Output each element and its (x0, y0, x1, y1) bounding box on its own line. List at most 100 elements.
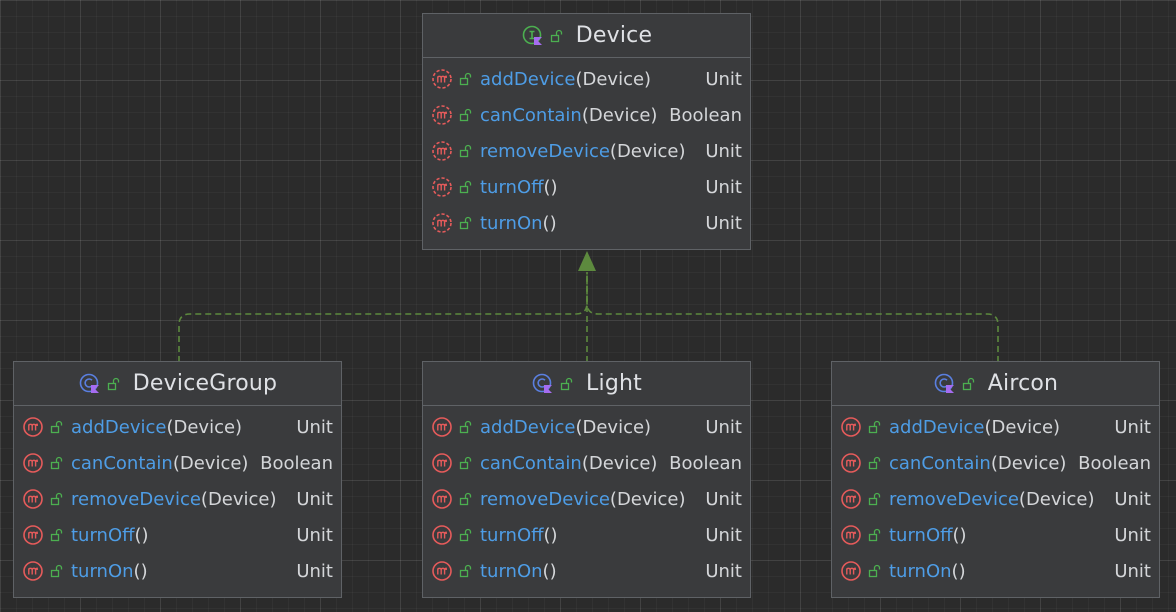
method-row[interactable]: addDevice (Device) Unit (832, 409, 1159, 445)
method-params: (Device) (581, 104, 658, 126)
return-type: Unit (705, 68, 742, 90)
method-row[interactable]: turnOff() Unit (423, 169, 750, 205)
class-node-light[interactable]: Light addDevice (Device) Unit canContain (De… (422, 361, 751, 598)
member-list: addDevice (Device) Unit canContain (Device) B… (423, 406, 750, 589)
node-header: Light (423, 362, 750, 406)
method-icon (840, 452, 862, 474)
class-node-device[interactable]: Device addDevice (Device) Unit canContain (D… (422, 13, 751, 250)
public-visibility-icon (868, 420, 882, 434)
method-params: () (543, 524, 558, 546)
method-icon (22, 524, 44, 546)
method-params: () (543, 176, 558, 198)
method-params: (Device) (200, 488, 277, 510)
edge-aircon-to-device[interactable] (586, 272, 999, 362)
method-row[interactable]: canContain (Device) Boolean (423, 97, 750, 133)
class-node-aircon[interactable]: Aircon addDevice (Device) Unit canContain (D… (831, 361, 1160, 598)
method-name: canContain (480, 452, 582, 474)
node-title: Device (575, 23, 653, 48)
method-row[interactable]: turnOff() Unit (14, 517, 341, 553)
class-node-devicegroup[interactable]: DeviceGroup addDevice (Device) Unit canCont… (13, 361, 342, 598)
method-row[interactable]: turnOn() Unit (423, 205, 750, 241)
method-params: (Device) (984, 416, 1061, 438)
method-name: turnOff (480, 176, 544, 198)
method-row[interactable]: canContain (Device) Boolean (14, 445, 341, 481)
method-icon (431, 452, 453, 474)
method-name: canContain (71, 452, 173, 474)
method-row[interactable]: turnOff() Unit (423, 517, 750, 553)
method-name: removeDevice (889, 488, 1019, 510)
method-row[interactable]: turnOff() Unit (832, 517, 1159, 553)
public-visibility-icon (459, 528, 473, 542)
method-row[interactable]: addDevice (Device) Unit (14, 409, 341, 445)
return-type: Unit (1114, 416, 1151, 438)
method-icon (22, 560, 44, 582)
return-type: Boolean (669, 104, 742, 126)
method-icon (22, 452, 44, 474)
return-type: Unit (705, 212, 742, 234)
method-name: canContain (889, 452, 991, 474)
method-row[interactable]: turnOn() Unit (832, 553, 1159, 589)
method-icon (840, 560, 862, 582)
public-visibility-icon (50, 564, 64, 578)
public-visibility-icon (459, 180, 473, 194)
method-icon (431, 488, 453, 510)
node-title: DeviceGroup (132, 371, 278, 396)
method-name: turnOff (889, 524, 953, 546)
method-row[interactable]: addDevice (Device) Unit (423, 409, 750, 445)
return-type: Unit (705, 560, 742, 582)
edge-devicegroup-to-device[interactable] (178, 272, 588, 362)
method-name: turnOff (71, 524, 135, 546)
method-name: addDevice (889, 416, 985, 438)
method-params: () (952, 524, 967, 546)
method-icon (22, 416, 44, 438)
return-type: Boolean (260, 452, 333, 474)
abstract-method-icon (431, 140, 453, 162)
interface-icon (521, 24, 545, 48)
public-visibility-icon (868, 456, 882, 470)
method-name: addDevice (71, 416, 167, 438)
return-type: Unit (705, 176, 742, 198)
return-type: Unit (296, 524, 333, 546)
method-row[interactable]: canContain (Device) Boolean (423, 445, 750, 481)
method-name: removeDevice (71, 488, 201, 510)
return-type: Unit (296, 560, 333, 582)
method-row[interactable]: canContain (Device) Boolean (832, 445, 1159, 481)
method-params: (Device) (575, 416, 652, 438)
method-params: () (133, 560, 148, 582)
method-params: () (951, 560, 966, 582)
return-type: Unit (705, 140, 742, 162)
public-visibility-icon (459, 72, 473, 86)
return-type: Unit (1114, 560, 1151, 582)
node-header: Aircon (832, 362, 1159, 406)
node-header: DeviceGroup (14, 362, 341, 406)
abstract-method-icon (431, 212, 453, 234)
public-visibility-icon (550, 29, 564, 43)
public-visibility-icon (50, 420, 64, 434)
method-icon (431, 524, 453, 546)
method-row[interactable]: removeDevice (Device) Unit (14, 481, 341, 517)
method-name: turnOn (889, 560, 952, 582)
return-type: Unit (1114, 488, 1151, 510)
public-visibility-icon (962, 377, 976, 391)
method-params: (Device) (575, 68, 652, 90)
method-row[interactable]: turnOn() Unit (423, 553, 750, 589)
method-row[interactable]: removeDevice (Device) Unit (832, 481, 1159, 517)
method-icon (431, 416, 453, 438)
method-row[interactable]: removeDevice (Device) Unit (423, 133, 750, 169)
method-params: (Device) (581, 452, 658, 474)
method-params: () (542, 212, 557, 234)
node-title: Light (586, 371, 642, 396)
method-row[interactable]: removeDevice (Device) Unit (423, 481, 750, 517)
member-list: addDevice (Device) Unit canContain (Device) B… (14, 406, 341, 589)
method-row[interactable]: turnOn() Unit (14, 553, 341, 589)
method-name: turnOn (480, 212, 543, 234)
method-params: () (134, 524, 149, 546)
method-row[interactable]: addDevice (Device) Unit (423, 61, 750, 97)
method-icon (840, 488, 862, 510)
public-visibility-icon (868, 528, 882, 542)
public-visibility-icon (459, 420, 473, 434)
public-visibility-icon (50, 528, 64, 542)
method-params: (Device) (609, 488, 686, 510)
method-name: turnOn (480, 560, 543, 582)
public-visibility-icon (868, 564, 882, 578)
